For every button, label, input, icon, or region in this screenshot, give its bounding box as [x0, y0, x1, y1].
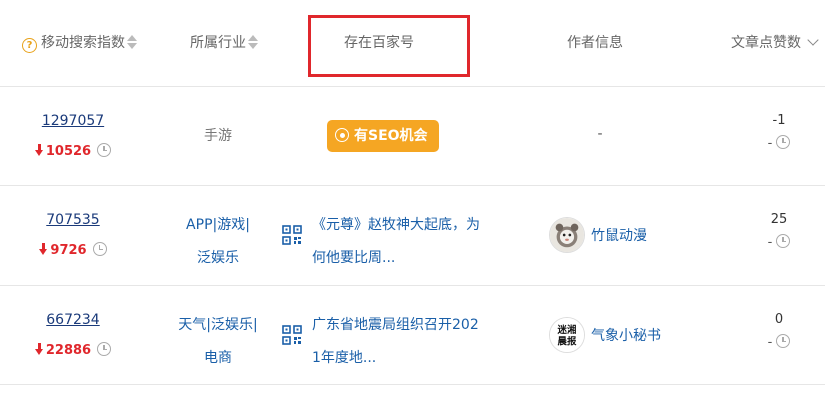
article-title-line: 广东省地震局组织召开202: [312, 317, 479, 333]
industry-label: 天气|泛娱乐|: [178, 317, 258, 333]
search-index-cell: 707535 9726: [0, 186, 146, 260]
likes-change: -: [740, 334, 818, 352]
search-index-link[interactable]: 1297057: [0, 111, 146, 131]
column-header-author: 作者信息: [567, 32, 623, 54]
badge-label: 有SEO机会: [354, 128, 428, 144]
svg-text:迷湘: 迷湘: [557, 324, 577, 336]
svg-text:晨报: 晨报: [558, 335, 577, 347]
likes-change-value: -: [767, 136, 773, 151]
likes-change: -: [740, 234, 818, 252]
industry-label: APP|游戏|: [186, 217, 250, 233]
search-index-cell: 667234 22886: [0, 286, 146, 360]
avatar[interactable]: [549, 217, 585, 253]
search-index-cell: 1297057 10526: [0, 87, 146, 161]
sort-icon[interactable]: [248, 35, 258, 49]
industry-label: 泛娱乐: [197, 250, 239, 266]
author-name-link[interactable]: 竹鼠动漫: [591, 225, 647, 245]
search-index-change: 9726: [0, 242, 146, 260]
target-icon: [335, 128, 349, 142]
sort-icon[interactable]: [127, 35, 137, 49]
likes-cell: 0 -: [740, 286, 818, 352]
clock-icon[interactable]: [776, 234, 791, 248]
clock-icon[interactable]: [776, 334, 791, 348]
likes-cell: 25 -: [740, 186, 818, 252]
likes-change-value: -: [767, 235, 773, 250]
search-index-link[interactable]: 667234: [0, 310, 146, 330]
divider: [0, 384, 825, 385]
keyword-table: ? 移动搜索指数 所属行业 存在百家号 作者信息 文章点赞数 1297057 10…: [0, 0, 825, 400]
help-icon[interactable]: ?: [22, 38, 37, 53]
chevron-down-icon[interactable]: [807, 34, 819, 46]
article-title-link[interactable]: 《元尊》赵牧神大起底，为 何他要比周...: [312, 209, 492, 275]
table-row: 1297057 10526 手游 有SEO机会 - -1 -: [0, 87, 825, 186]
qr-code-icon[interactable]: [282, 225, 302, 245]
likes-value: 25: [770, 212, 788, 227]
likes-cell: -1 -: [740, 87, 818, 153]
search-index-change: 10526: [0, 143, 146, 161]
industry-cell[interactable]: 天气|泛娱乐| 电商: [160, 309, 276, 375]
table-row: 667234 22886 天气|泛娱乐| 电商 广东省地震局组织召开202 1年…: [0, 286, 825, 385]
column-header-mobile-search-index[interactable]: ? 移动搜索指数: [22, 32, 137, 54]
column-header-label: 移动搜索指数: [41, 35, 125, 51]
clock-icon[interactable]: [97, 143, 112, 157]
industry-label: 手游: [204, 128, 232, 144]
column-header-label: 作者信息: [567, 35, 623, 51]
search-index-change: 22886: [0, 342, 146, 360]
seo-opportunity-badge[interactable]: 有SEO机会: [327, 120, 439, 152]
article-title-line: 1年度地...: [312, 350, 377, 366]
column-header-label: 文章点赞数: [731, 35, 801, 51]
column-header-article-likes[interactable]: 文章点赞数: [731, 32, 819, 54]
change-value: 9726: [50, 243, 87, 258]
clock-icon[interactable]: [92, 242, 107, 256]
search-index-link[interactable]: 707535: [0, 210, 146, 230]
clock-icon[interactable]: [776, 135, 791, 149]
likes-change: -: [740, 135, 818, 153]
industry-label: 电商: [204, 350, 232, 366]
column-header-industry[interactable]: 所属行业: [190, 32, 258, 54]
change-value: 22886: [45, 343, 92, 358]
industry-cell: 手游: [160, 126, 276, 146]
likes-value: -1: [772, 113, 786, 128]
avatar[interactable]: 迷湘 晨报: [549, 317, 585, 353]
article-title-line: 何他要比周...: [312, 250, 396, 266]
highlight-box: [308, 15, 470, 77]
clock-icon[interactable]: [97, 342, 112, 356]
change-value: 10526: [45, 144, 92, 159]
likes-change-value: -: [767, 335, 773, 350]
down-arrow-icon: [34, 343, 44, 355]
column-header-label: 所属行业: [190, 35, 246, 51]
down-arrow-icon: [39, 243, 48, 255]
author-empty: -: [597, 126, 603, 142]
industry-cell[interactable]: APP|游戏| 泛娱乐: [160, 209, 276, 275]
author-name-link[interactable]: 气象小秘书: [591, 325, 661, 345]
likes-value: 0: [774, 312, 784, 327]
article-title-link[interactable]: 广东省地震局组织召开202 1年度地...: [312, 309, 492, 375]
down-arrow-icon: [34, 144, 44, 156]
table-row: 707535 9726 APP|游戏| 泛娱乐 《元尊》赵牧神大起底，为 何他要…: [0, 186, 825, 285]
article-title-line: 《元尊》赵牧神大起底，为: [312, 217, 480, 233]
qr-code-icon[interactable]: [282, 325, 302, 345]
